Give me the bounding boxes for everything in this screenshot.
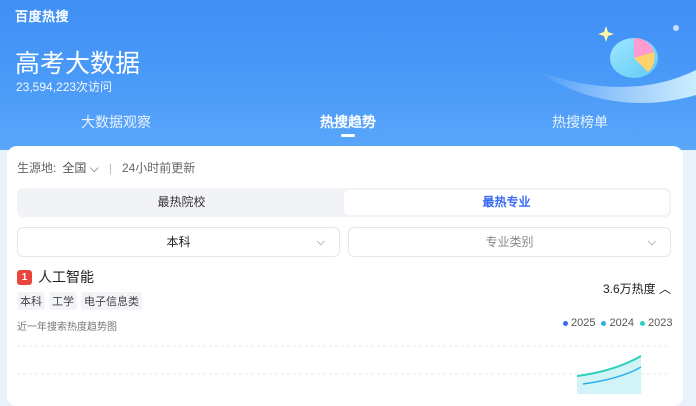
legend-dot (601, 320, 607, 326)
chevron-up-icon: ︿ (658, 282, 671, 296)
tab-label: 热搜榜单 (552, 114, 608, 130)
hero-illustration-icon (536, 25, 696, 103)
tab-label: 大数据观察 (81, 114, 151, 130)
page-title: 高考大数据 (15, 50, 141, 78)
tab-big-data[interactable]: 大数据观察 (0, 112, 232, 140)
chevron-down-icon: ⌵ (647, 236, 656, 248)
chart-legend: 2025 2024 2023 (563, 317, 683, 329)
heat-value: 3.6万热度 (602, 282, 656, 296)
heat-toggle[interactable]: 3.6万热度 ︿ (603, 280, 671, 297)
segment-control: 最热院校 最热专业 (17, 188, 671, 217)
legend-item: 2025 (563, 317, 595, 329)
major-name: 人工智能 (38, 269, 94, 285)
major-tags: 本科 工学 电子信息类 (17, 292, 142, 310)
category-select[interactable]: 专业类别 ⌵ (348, 227, 671, 257)
segment-hot-schools[interactable]: 最热院校 (19, 190, 344, 215)
active-tab-indicator (341, 134, 355, 137)
legend-dot (639, 320, 645, 326)
segment-hot-majors[interactable]: 最热专业 (344, 190, 669, 215)
hero-header: 百度热搜 高考大数据 23,594,223次访问 大数据观察 热搜趋势 热搜榜单 (0, 0, 696, 150)
tab-hot-list[interactable]: 热搜榜单 (464, 112, 696, 140)
filter-bar: 生源地: 全国 ⌵ | 24小时前更新 (17, 159, 195, 176)
tab-hot-trends[interactable]: 热搜趋势 (232, 112, 464, 140)
category-placeholder: 专业类别 (485, 235, 534, 249)
select-row: 本科 ⌵ 专业类别 ⌵ (17, 227, 671, 257)
visit-count: 23,594,223次访问 (16, 80, 113, 94)
legend-item: 2023 (639, 317, 673, 329)
trend-chart (17, 345, 671, 394)
content-card: 生源地: 全国 ⌵ | 24小时前更新 最热院校 最热专业 本科 ⌵ 专业类别 … (7, 146, 683, 406)
chevron-down-icon: ⌵ (316, 236, 325, 248)
level-value: 本科 (166, 235, 191, 249)
tag: 本科 (17, 292, 45, 310)
divider: | (108, 160, 112, 175)
origin-dropdown[interactable]: 全国 ⌵ (62, 159, 98, 176)
trend-label: 近一年搜索热度趋势图 (17, 322, 117, 333)
chevron-down-icon: ⌵ (89, 161, 99, 175)
legend-item: 2024 (601, 317, 634, 329)
brand-logo[interactable]: 百度热搜 (15, 6, 69, 25)
main-tabs: 大数据观察 热搜趋势 热搜榜单 (0, 112, 696, 140)
origin-value: 全国 (62, 161, 87, 175)
legend-label: 2025 (571, 317, 596, 329)
tab-label: 热搜趋势 (320, 114, 376, 130)
origin-label: 生源地: (17, 161, 57, 175)
major-item-header[interactable]: 1 人工智能 (17, 267, 94, 287)
legend-label: 2023 (647, 317, 673, 329)
rank-badge: 1 (17, 269, 32, 285)
tag: 工学 (49, 292, 77, 310)
tag: 电子信息类 (81, 292, 142, 310)
update-time: 24小时前更新 (121, 161, 196, 175)
level-select[interactable]: 本科 ⌵ (17, 227, 340, 257)
legend-dot (563, 320, 568, 326)
legend-label: 2024 (609, 317, 634, 329)
